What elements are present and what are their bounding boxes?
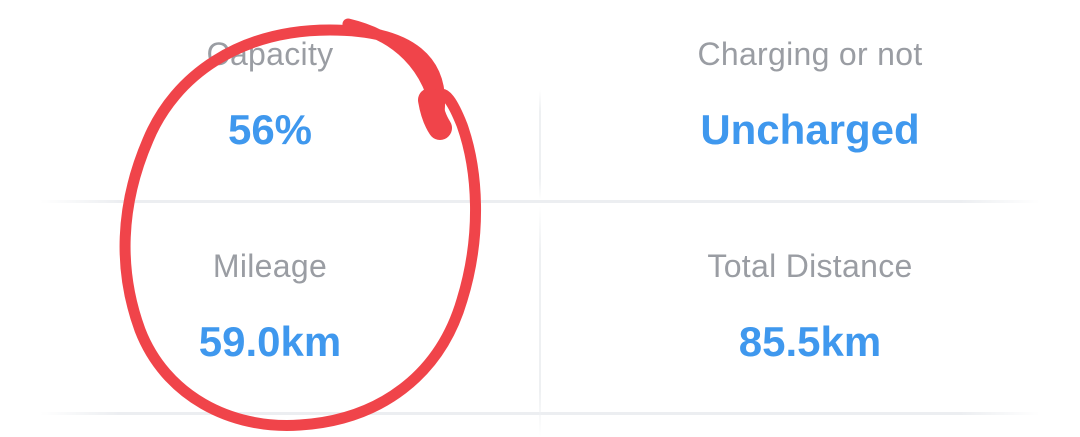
mileage-label: Mileage	[212, 248, 328, 284]
charging-status-stat: Charging or not Uncharged	[540, 0, 1080, 200]
total-distance-stat: Total Distance 85.5km	[540, 212, 1080, 412]
charging-status-label: Charging or not	[697, 36, 923, 72]
capacity-value: 56%	[227, 106, 313, 153]
mileage-value: 59.0km	[198, 318, 342, 365]
total-distance-label: Total Distance	[707, 248, 913, 284]
row-divider	[40, 200, 1040, 203]
total-distance-value: 85.5km	[738, 318, 882, 365]
column-divider-top	[539, 90, 541, 200]
charging-status-value: Uncharged	[700, 106, 920, 153]
capacity-stat: Capacity 56%	[0, 0, 540, 200]
mileage-stat: Mileage 59.0km	[0, 212, 540, 412]
battery-stats-grid: Capacity 56% Charging or not Uncharged M…	[0, 0, 1080, 437]
column-divider-bottom	[539, 206, 541, 437]
capacity-label: Capacity	[206, 36, 334, 72]
